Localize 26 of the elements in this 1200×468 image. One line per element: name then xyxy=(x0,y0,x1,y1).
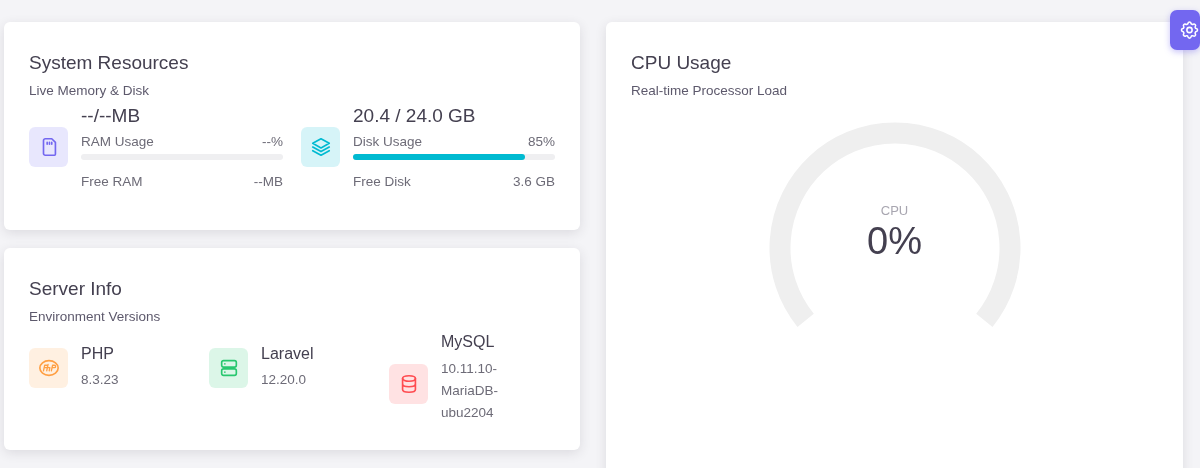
free-value: --MB xyxy=(253,174,283,189)
card-subtitle: Real-time Processor Load xyxy=(631,83,789,98)
env-name: MySQL xyxy=(441,332,496,352)
card-subtitle: Live Memory & Disk xyxy=(29,83,151,98)
free-label: Free Disk xyxy=(353,174,411,189)
card-title: Server Info xyxy=(29,277,123,301)
card-title: CPU Usage xyxy=(631,51,733,75)
usage-total: --/--MB xyxy=(81,104,142,128)
card-title: System Resources xyxy=(29,51,190,75)
settings-icon xyxy=(1179,19,1200,41)
free-label: Free RAM xyxy=(81,174,143,189)
settings-button[interactable] xyxy=(1170,10,1200,50)
env-name: Laravel xyxy=(261,344,315,364)
usage-percent: 85% xyxy=(527,134,555,149)
env-version: 10.11.10-MariaDB-ubu2204 xyxy=(441,360,499,422)
usage-label: RAM Usage xyxy=(81,134,154,149)
usage-label: Disk Usage xyxy=(353,134,423,149)
free-value: 3.6 GB xyxy=(512,174,555,189)
env-version: 8.3.23 xyxy=(81,371,120,389)
usage-total: 20.4 / 24.0 GB xyxy=(353,104,477,128)
usage-percent: --% xyxy=(262,134,283,149)
env-version: 12.20.0 xyxy=(261,371,308,389)
gauge-label: CPU xyxy=(880,203,909,218)
card-subtitle: Environment Versions xyxy=(29,309,162,324)
env-name: PHP xyxy=(81,344,115,364)
gauge-value: 0% xyxy=(867,219,922,264)
